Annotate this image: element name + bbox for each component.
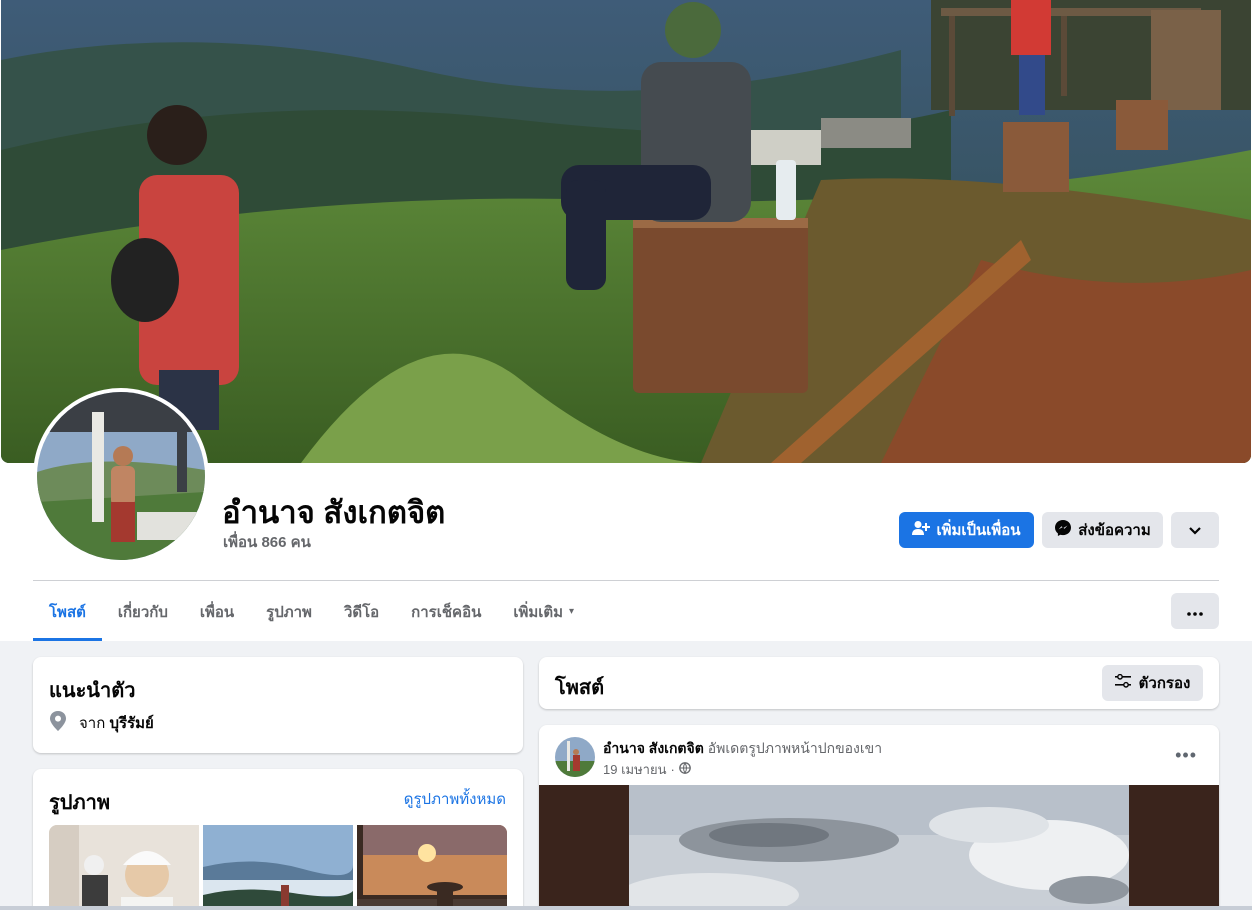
post-author-line: อำนาจ สังเกตจิต อัพเดตรูปภาพหน้าปกของเขา bbox=[603, 738, 882, 760]
tab-friends[interactable]: เพื่อน bbox=[184, 582, 250, 641]
photo-thumbnail[interactable] bbox=[357, 825, 507, 910]
posts-header-card: โพสต์ ตัวกรอง bbox=[539, 657, 1219, 709]
profile-header: อำนาจ สังเกตจิต เพื่อน 866 คน เพิ่มเป็นเ… bbox=[0, 0, 1252, 641]
more-dots-icon bbox=[1187, 603, 1203, 620]
intro-card: แนะนำตัว จาก บุรีรัมย์ bbox=[33, 657, 523, 753]
cover-photo[interactable] bbox=[1, 0, 1251, 463]
profile-tabs: โพสต์ เกี่ยวกับ เพื่อน รูปภาพ วิดีโอ การ… bbox=[33, 582, 590, 641]
post-action-text: อัพเดตรูปภาพหน้าปกของเขา bbox=[707, 740, 883, 756]
messenger-icon bbox=[1054, 519, 1072, 541]
caret-down-icon: ▾ bbox=[569, 606, 575, 617]
globe-icon bbox=[678, 762, 691, 777]
bottom-scroll-edge bbox=[0, 906, 1252, 910]
profile-dropdown-button[interactable] bbox=[1171, 512, 1219, 548]
message-label: ส่งข้อความ bbox=[1078, 522, 1151, 539]
filter-button[interactable]: ตัวกรอง bbox=[1102, 665, 1203, 701]
posts-title: โพสต์ bbox=[555, 677, 605, 699]
header-divider bbox=[33, 580, 1219, 581]
tab-videos[interactable]: วิดีโอ bbox=[328, 582, 395, 641]
post-menu-button[interactable]: ••• bbox=[1175, 745, 1197, 766]
filter-label: ตัวกรอง bbox=[1138, 675, 1191, 692]
meta-separator: · bbox=[670, 762, 675, 777]
chevron-down-icon bbox=[1189, 522, 1201, 539]
add-friend-label: เพิ่มเป็นเพื่อน bbox=[936, 522, 1021, 539]
post-card: อำนาจ สังเกตจิต อัพเดตรูปภาพหน้าปกของเขา… bbox=[539, 725, 1219, 910]
tab-photos[interactable]: รูปภาพ bbox=[250, 582, 328, 641]
photo-grid bbox=[49, 825, 507, 910]
post-author-name[interactable]: อำนาจ สังเกตจิต bbox=[603, 740, 704, 756]
tab-checkins[interactable]: การเช็คอิน bbox=[395, 582, 497, 641]
tab-more[interactable]: เพิ่มเติม ▾ bbox=[497, 582, 590, 641]
photo-thumbnail[interactable] bbox=[49, 825, 199, 910]
filter-sliders-icon bbox=[1114, 673, 1131, 692]
message-button[interactable]: ส่งข้อความ bbox=[1042, 512, 1163, 548]
post-meta: 19 เมษายน · bbox=[603, 759, 691, 780]
tabs-more-button[interactable] bbox=[1171, 593, 1219, 629]
post-date[interactable]: 19 เมษายน bbox=[603, 759, 666, 780]
post-image[interactable] bbox=[539, 785, 1219, 910]
profile-avatar[interactable] bbox=[33, 388, 209, 564]
person-add-icon bbox=[912, 520, 931, 540]
intro-title: แนะนำตัว bbox=[49, 680, 136, 702]
location-pin-icon bbox=[49, 711, 67, 735]
tab-posts[interactable]: โพสต์ bbox=[33, 582, 102, 641]
tab-about[interactable]: เกี่ยวกับ bbox=[102, 582, 184, 641]
post-author-avatar[interactable] bbox=[555, 737, 595, 777]
from-prefix: จาก bbox=[79, 715, 106, 732]
hometown-link[interactable]: บุรีรัมย์ bbox=[109, 715, 153, 732]
see-all-photos-link[interactable]: ดูรูปภาพทั้งหมด bbox=[404, 787, 506, 811]
add-friend-button[interactable]: เพิ่มเป็นเพื่อน bbox=[899, 512, 1034, 548]
friend-count[interactable]: เพื่อน 866 คน bbox=[223, 530, 311, 554]
intro-hometown: จาก บุรีรัมย์ bbox=[49, 711, 154, 735]
photos-card: รูปภาพ ดูรูปภาพทั้งหมด bbox=[33, 769, 523, 910]
photo-thumbnail[interactable] bbox=[203, 825, 353, 910]
photos-title: รูปภาพ bbox=[49, 792, 111, 814]
